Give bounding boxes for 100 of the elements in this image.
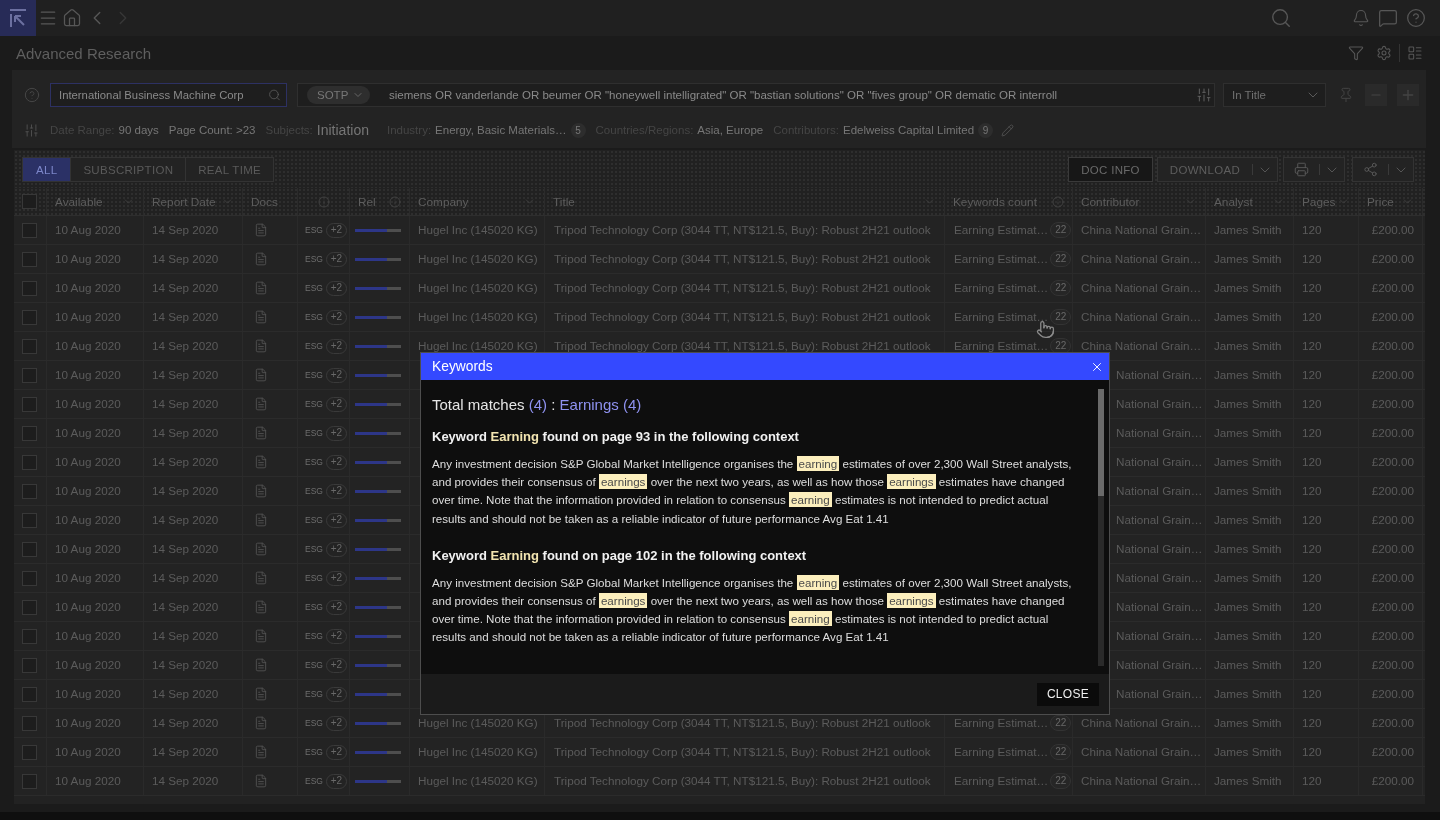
esg-label: ESG <box>305 718 323 728</box>
file-icon[interactable] <box>254 774 268 788</box>
file-icon[interactable] <box>254 687 268 701</box>
file-icon[interactable] <box>254 629 268 643</box>
row-checkbox[interactable] <box>22 251 37 267</box>
keyword-count-badge[interactable]: 22 <box>1050 251 1072 267</box>
column-header[interactable]: Docs <box>243 188 298 215</box>
row-checkbox[interactable] <box>22 657 37 673</box>
print-menu-button[interactable] <box>1319 157 1345 182</box>
column-header[interactable]: Rel <box>350 188 410 215</box>
keyword-count-badge[interactable]: 22 <box>1050 744 1072 760</box>
file-icon[interactable] <box>254 310 268 324</box>
share-button[interactable] <box>1352 157 1388 182</box>
keyword-count-badge[interactable]: 22 <box>1050 773 1072 789</box>
file-icon[interactable] <box>254 339 268 353</box>
file-icon[interactable] <box>254 368 268 382</box>
row-checkbox[interactable] <box>22 570 37 586</box>
row-checkbox[interactable] <box>22 454 37 470</box>
select-all-checkbox[interactable] <box>22 194 37 209</box>
keyword-count-badge[interactable]: 22 <box>1050 280 1072 296</box>
operator-dropdown[interactable]: SOTP <box>307 86 371 104</box>
keyword-count-badge[interactable]: 22 <box>1050 309 1072 325</box>
sliders-icon[interactable] <box>1196 87 1212 103</box>
row-checkbox[interactable] <box>22 396 37 412</box>
row-checkbox[interactable] <box>22 512 37 528</box>
column-header[interactable]: Analyst <box>1206 188 1294 215</box>
row-checkbox[interactable] <box>22 744 37 760</box>
info-icon[interactable] <box>317 195 330 208</box>
row-checkbox[interactable] <box>22 599 37 615</box>
file-icon[interactable] <box>254 426 268 440</box>
column-header[interactable]: Title <box>545 188 945 215</box>
download-menu-button[interactable] <box>1252 157 1278 182</box>
file-icon[interactable] <box>254 513 268 527</box>
row-checkbox[interactable] <box>22 309 37 325</box>
filter-value: Edelweiss Capital Limited <box>843 124 975 136</box>
help-icon[interactable] <box>24 87 40 103</box>
table-cell: £200.00 <box>1359 303 1423 331</box>
home-icon[interactable] <box>62 8 82 28</box>
chat-icon[interactable] <box>1378 8 1398 28</box>
column-header[interactable]: Company <box>410 188 545 215</box>
row-checkbox[interactable] <box>22 541 37 557</box>
file-icon[interactable] <box>254 600 268 614</box>
edit-icon[interactable] <box>1001 123 1015 137</box>
row-checkbox[interactable] <box>22 686 37 702</box>
file-icon[interactable] <box>254 745 268 759</box>
download-button[interactable]: DOWNLOAD <box>1156 157 1252 182</box>
row-checkbox[interactable] <box>22 338 37 354</box>
help-icon[interactable] <box>1406 8 1426 28</box>
bell-icon[interactable] <box>1352 9 1370 27</box>
company-search-field[interactable]: International Business Machine Corp <box>50 83 287 107</box>
scrollbar[interactable] <box>1098 389 1104 666</box>
row-checkbox[interactable] <box>22 715 37 731</box>
file-icon[interactable] <box>254 455 268 469</box>
row-checkbox[interactable] <box>22 222 37 238</box>
search-icon[interactable] <box>268 88 281 102</box>
file-icon[interactable] <box>254 484 268 498</box>
column-header[interactable]: Keywords count <box>945 188 1073 215</box>
settings-icon[interactable] <box>1376 45 1392 61</box>
table-cell: £200.00 <box>1359 709 1423 737</box>
info-icon[interactable] <box>1052 195 1064 208</box>
row-checkbox[interactable] <box>22 280 37 296</box>
column-header[interactable]: Contributor <box>1073 188 1206 215</box>
column-header[interactable]: Pages <box>1294 188 1359 215</box>
row-checkbox[interactable] <box>22 425 37 441</box>
pin-icon[interactable] <box>1338 87 1354 103</box>
column-header[interactable]: Available <box>47 188 144 215</box>
esg-label: ESG <box>305 312 323 322</box>
print-button[interactable] <box>1283 157 1319 182</box>
filter-icon[interactable] <box>1348 45 1364 61</box>
esg-label: ESG <box>305 486 323 496</box>
add-button[interactable] <box>1397 84 1419 106</box>
file-icon[interactable] <box>254 658 268 672</box>
filter-value: 90 days <box>118 124 159 136</box>
row-checkbox[interactable] <box>22 773 37 789</box>
file-icon[interactable] <box>254 716 268 730</box>
scrollbar-thumb[interactable] <box>1098 389 1104 496</box>
doc-info-button[interactable]: DOC INFO <box>1068 157 1153 182</box>
filter-settings-icon[interactable] <box>24 122 39 138</box>
tab[interactable]: ALL <box>23 158 72 181</box>
file-icon[interactable] <box>254 281 268 295</box>
file-icon[interactable] <box>254 223 268 237</box>
file-icon[interactable] <box>254 571 268 585</box>
logo-icon[interactable] <box>0 0 36 36</box>
keyword-count-badge[interactable]: 22 <box>1050 222 1072 238</box>
row-checkbox[interactable] <box>22 628 37 644</box>
layout-icon[interactable] <box>1407 45 1423 61</box>
file-icon[interactable] <box>254 397 268 411</box>
scope-select[interactable]: In Title <box>1223 83 1326 107</box>
column-header[interactable]: Price <box>1359 188 1423 215</box>
keyword-count-badge[interactable]: 22 <box>1050 715 1072 731</box>
file-icon[interactable] <box>254 542 268 556</box>
close-button[interactable]: CLOSE <box>1037 682 1099 706</box>
file-icon[interactable] <box>254 252 268 266</box>
column-header[interactable]: Report Date <box>144 188 243 215</box>
share-menu-button[interactable] <box>1388 157 1414 182</box>
info-icon[interactable] <box>389 195 401 208</box>
row-checkbox[interactable] <box>22 483 37 499</box>
search-icon[interactable] <box>1270 7 1292 29</box>
row-checkbox[interactable] <box>22 367 37 383</box>
dialog-title: Keywords <box>432 359 493 374</box>
